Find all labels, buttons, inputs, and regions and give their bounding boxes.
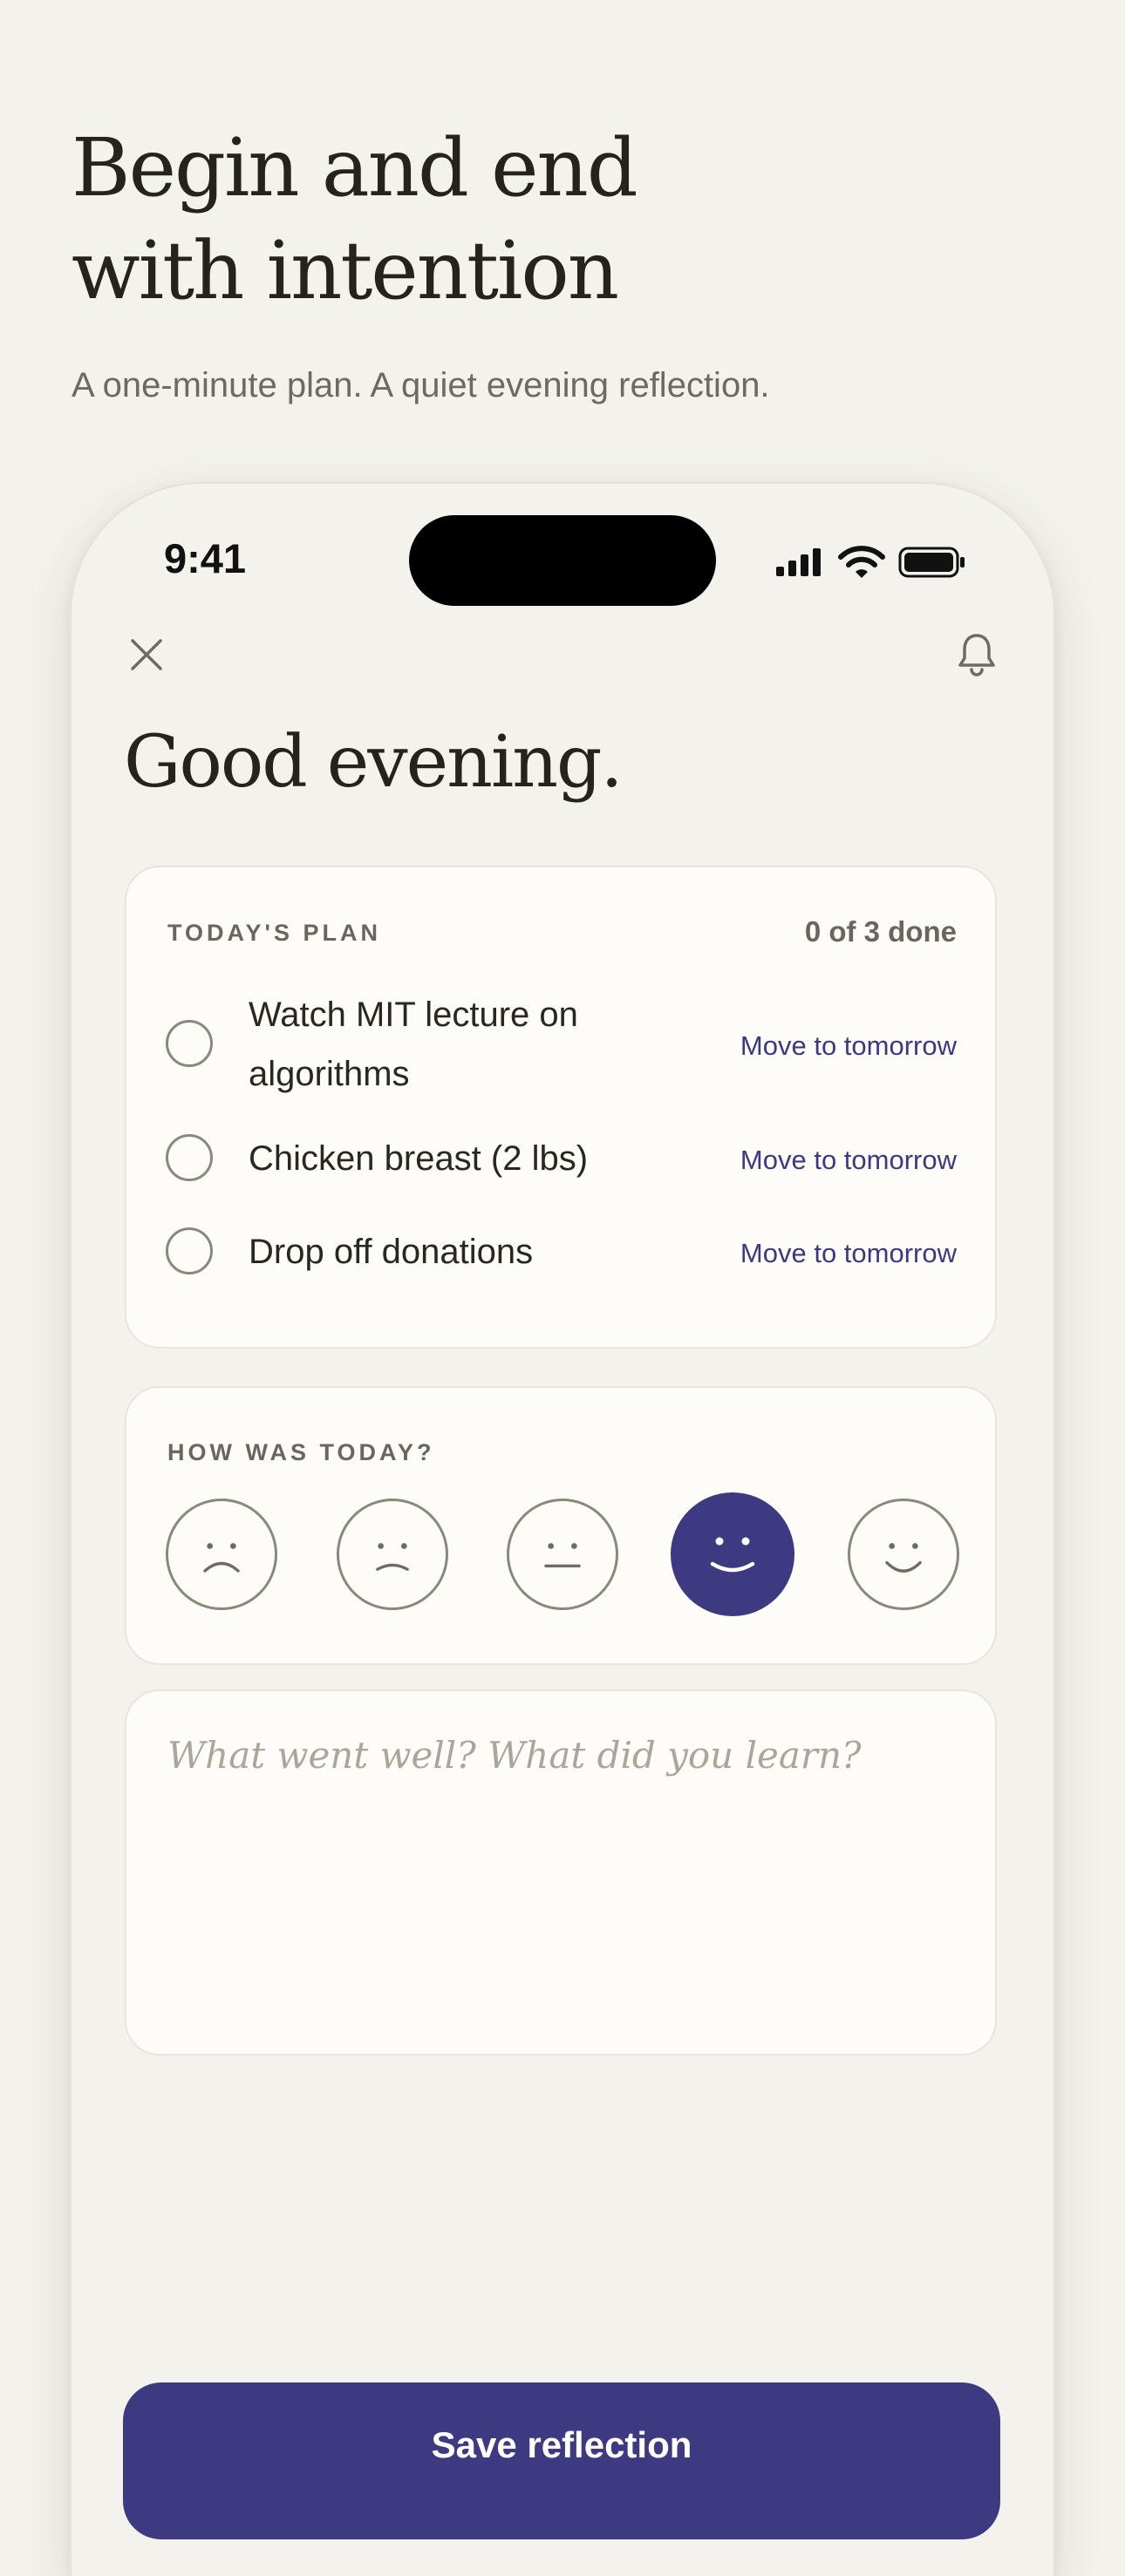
happy-face-icon: [710, 1537, 755, 1573]
plan-progress-count: 0 of 3 done: [804, 915, 957, 948]
battery-icon: [898, 547, 965, 578]
mood-option-happy[interactable]: [671, 1492, 794, 1616]
status-icons: [774, 545, 966, 580]
very-sad-face-icon: [203, 1543, 240, 1573]
mood-option-neutral[interactable]: [507, 1499, 618, 1610]
task-checkbox[interactable]: [166, 1020, 213, 1067]
task-checkbox[interactable]: [166, 1227, 213, 1274]
notifications-button[interactable]: [949, 627, 1005, 683]
cellular-signal-icon: [776, 548, 821, 576]
task-checkbox[interactable]: [166, 1134, 213, 1181]
task-row: Drop off donations Move to tomorrow: [126, 1222, 995, 1283]
move-to-tomorrow-link[interactable]: Move to tomorrow: [740, 1027, 957, 1065]
reflection-input[interactable]: What went well? What did you learn?: [125, 1689, 997, 2056]
move-to-tomorrow-link[interactable]: Move to tomorrow: [740, 1141, 957, 1179]
save-reflection-button[interactable]: Save reflection: [123, 2382, 1000, 2539]
plan-label: TODAY'S PLAN: [167, 920, 381, 946]
task-row: Watch MIT lecture on algorithms Move to …: [126, 985, 995, 1107]
phone-frame: 9:41 Good evening. TODAY'S PLAN 0 of 3 d…: [72, 484, 1053, 2576]
hero-subtitle: A one-minute plan. A quiet evening refle…: [72, 366, 770, 404]
mood-card: HOW WAS TODAY?: [125, 1386, 997, 1665]
close-button[interactable]: [122, 630, 171, 679]
save-reflection-label: Save reflection: [431, 2424, 692, 2465]
status-time: 9:41: [163, 535, 247, 581]
close-icon: [131, 639, 162, 670]
task-title: Watch MIT lecture on algorithms: [249, 996, 578, 1093]
mood-option-sad[interactable]: [337, 1499, 448, 1610]
task-title: Chicken breast (2 lbs): [249, 1139, 589, 1178]
dynamic-island: [409, 515, 716, 606]
mood-label: HOW WAS TODAY?: [167, 1439, 435, 1465]
neutral-face-icon: [544, 1543, 581, 1568]
move-to-tomorrow-link[interactable]: Move to tomorrow: [740, 1234, 957, 1273]
hero-title: Begin and end with intention: [72, 117, 1031, 323]
sad-face-icon: [376, 1543, 409, 1571]
wifi-icon: [838, 546, 885, 578]
hero-title-line-2: with intention: [72, 224, 619, 317]
reflection-placeholder: What went well? What did you learn?: [167, 1734, 862, 1777]
bell-icon: [958, 634, 995, 676]
very-happy-face-icon: [885, 1543, 922, 1573]
mood-option-very-sad[interactable]: [166, 1499, 277, 1610]
todays-plan-card: TODAY'S PLAN 0 of 3 done Watch MIT lectu…: [125, 866, 997, 1349]
mood-option-very-happy[interactable]: [848, 1499, 959, 1610]
hero-title-line-1: Begin and end: [72, 121, 638, 214]
task-title: Drop off donations: [249, 1233, 534, 1271]
greeting-title: Good evening.: [124, 721, 624, 804]
task-row: Chicken breast (2 lbs) Move to tomorrow: [126, 1129, 995, 1190]
